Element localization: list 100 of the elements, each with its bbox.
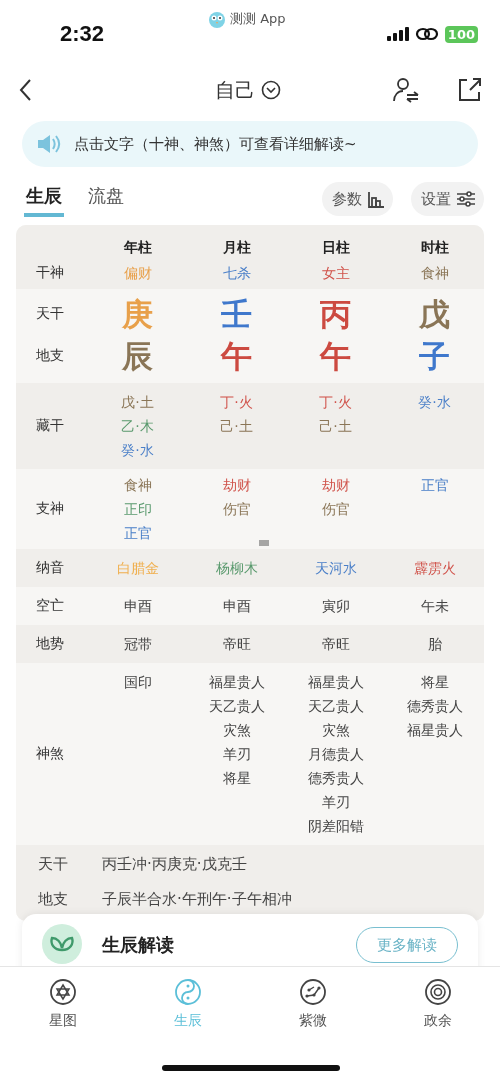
- chart-icon: [367, 190, 385, 208]
- nav-tab[interactable]: 生辰: [157, 977, 218, 1031]
- cell-text[interactable]: 国印: [123, 670, 152, 694]
- relation-text: 丙壬冲·丙庚克·戊克壬: [102, 855, 247, 874]
- sliders-icon: [456, 191, 476, 207]
- cell-text[interactable]: 己·土: [220, 414, 253, 438]
- cell-text[interactable]: 帝旺: [321, 632, 350, 656]
- constellation-icon: [298, 978, 327, 1006]
- row-label: 地支: [36, 347, 64, 363]
- row-label: 空亡: [36, 597, 64, 613]
- app-name: 测测 App: [230, 10, 286, 28]
- pillar-character[interactable]: 壬: [221, 294, 252, 334]
- cell-text[interactable]: 寅卯: [321, 594, 350, 618]
- owl-icon: [208, 10, 226, 28]
- cell-text[interactable]: 福星贵人: [307, 670, 364, 694]
- back-icon[interactable]: [18, 78, 34, 102]
- row-label: 支神: [36, 500, 64, 516]
- pillar-character[interactable]: 午: [320, 336, 351, 376]
- chart-tab[interactable]: 生辰: [24, 181, 64, 217]
- cell-text[interactable]: 灾煞: [321, 718, 350, 742]
- cell-text[interactable]: 羊刃: [222, 742, 251, 766]
- relation-text: 子辰半合水·午刑午·子午相冲: [102, 890, 292, 909]
- cell-text[interactable]: 月德贵人: [307, 742, 364, 766]
- row-label: 天干: [37, 855, 69, 874]
- leaf-icon: [42, 924, 82, 964]
- cell-text[interactable]: 霹雳火: [413, 556, 456, 580]
- cell-text[interactable]: 福星贵人: [406, 718, 463, 742]
- column-header: 时柱: [420, 239, 449, 257]
- cell-text[interactable]: 伤官: [222, 497, 251, 521]
- row-label: 干神: [36, 264, 64, 280]
- cell-text[interactable]: 女主: [321, 261, 350, 285]
- cell-text[interactable]: 七杀: [222, 261, 251, 285]
- handle-icon[interactable]: [258, 539, 270, 547]
- status-time: 2:32: [60, 21, 105, 47]
- cell-text[interactable]: 天乙贵人: [208, 694, 265, 718]
- cell-text[interactable]: 天乙贵人: [307, 694, 364, 718]
- cell-text[interactable]: 丁·火: [220, 390, 253, 414]
- cell-text[interactable]: 杨柳木: [215, 556, 258, 580]
- yin-yang-icon: [173, 978, 202, 1006]
- cell-text[interactable]: 帝旺: [222, 632, 251, 656]
- row-label: 地支: [37, 890, 69, 909]
- row-label: 天干: [36, 305, 64, 321]
- pillar-character[interactable]: 辰: [122, 336, 153, 376]
- cell-text[interactable]: 午未: [420, 594, 449, 618]
- settings-button[interactable]: 设置: [411, 182, 484, 216]
- cell-text[interactable]: 己·土: [319, 414, 352, 438]
- row-label: 纳音: [36, 559, 64, 575]
- cell-text[interactable]: 德秀贵人: [307, 766, 364, 790]
- chart-tab[interactable]: 流盘: [86, 181, 126, 217]
- cell-text[interactable]: 将星: [222, 766, 251, 790]
- cell-text[interactable]: 戊·土: [121, 390, 154, 414]
- cell-text[interactable]: 食神: [123, 473, 152, 497]
- cell-text[interactable]: 正官: [123, 521, 152, 545]
- notice-text: 点击文字（十神、神煞）可查看详细解读~: [74, 134, 357, 154]
- row-label: 地势: [36, 635, 64, 651]
- cell-text[interactable]: 胎: [427, 632, 442, 656]
- cell-text[interactable]: 正印: [123, 497, 152, 521]
- cell-text[interactable]: 冠带: [123, 632, 152, 656]
- battery-indicator: 100: [444, 25, 478, 43]
- nav-tab[interactable]: 政余: [407, 977, 468, 1031]
- pillar-character[interactable]: 戊: [419, 294, 450, 334]
- cell-text[interactable]: 天河水: [314, 556, 357, 580]
- row-label: 藏干: [36, 417, 64, 433]
- cell-text[interactable]: 申酉: [222, 594, 251, 618]
- switch-user-icon[interactable]: [392, 77, 420, 103]
- target-icon: [423, 978, 452, 1006]
- profile-title[interactable]: 自己: [215, 76, 255, 104]
- column-header: 月柱: [222, 239, 251, 257]
- cell-text[interactable]: 正官: [420, 473, 449, 497]
- cell-text[interactable]: 福星贵人: [208, 670, 265, 694]
- signal-icon: [386, 27, 409, 41]
- pillar-character[interactable]: 丙: [320, 294, 351, 334]
- cell-text[interactable]: 申酉: [123, 594, 152, 618]
- cell-text[interactable]: 食神: [420, 261, 449, 285]
- cell-text[interactable]: 灾煞: [222, 718, 251, 742]
- link-icon: [414, 27, 439, 41]
- cell-text[interactable]: 丁·火: [319, 390, 352, 414]
- cell-text[interactable]: 癸·水: [121, 438, 154, 462]
- column-header: 日柱: [321, 239, 350, 257]
- pillar-character[interactable]: 午: [221, 336, 252, 376]
- more-readings-button[interactable]: 更多解读: [356, 927, 458, 963]
- chevron-down-icon[interactable]: [261, 80, 281, 100]
- pillar-character[interactable]: 子: [419, 336, 450, 376]
- column-header: 年柱: [123, 239, 152, 257]
- cell-text[interactable]: 阴差阳错: [307, 814, 364, 838]
- nav-tab[interactable]: 紫微: [282, 977, 343, 1031]
- cell-text[interactable]: 伤官: [321, 497, 350, 521]
- cell-text[interactable]: 羊刃: [321, 790, 350, 814]
- params-button[interactable]: 参数: [322, 182, 393, 216]
- nav-tab[interactable]: 星图: [32, 977, 93, 1031]
- cell-text[interactable]: 劫财: [321, 473, 350, 497]
- cell-text[interactable]: 德秀贵人: [406, 694, 463, 718]
- cell-text[interactable]: 将星: [420, 670, 449, 694]
- cell-text[interactable]: 癸·水: [418, 390, 451, 414]
- cell-text[interactable]: 劫财: [222, 473, 251, 497]
- row-label: 神煞: [36, 745, 64, 761]
- cell-text[interactable]: 乙·木: [121, 414, 154, 438]
- speaker-icon: [36, 133, 62, 155]
- card-title: 生辰解读: [102, 933, 175, 957]
- share-icon[interactable]: [456, 77, 482, 103]
